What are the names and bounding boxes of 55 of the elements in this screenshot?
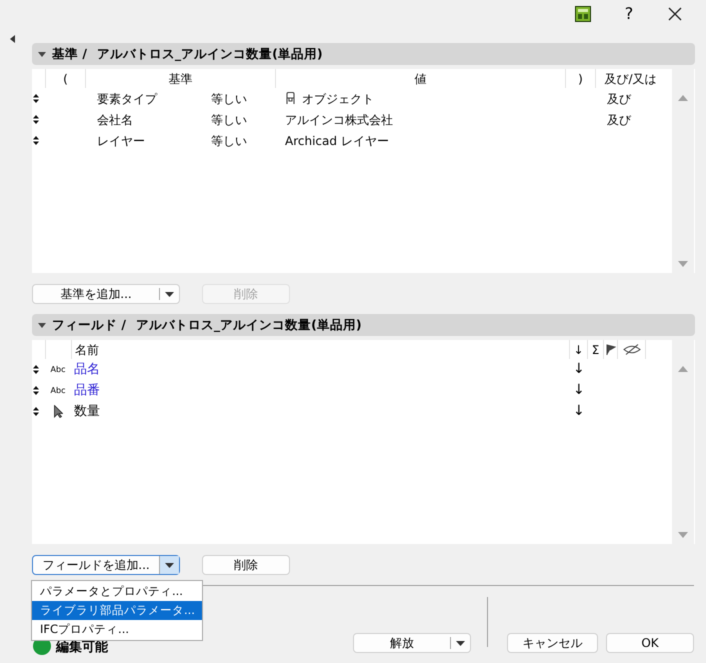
drag-handle-icon[interactable] [33, 365, 39, 374]
sort-cell-text: ↓ [572, 402, 585, 421]
type-label: Abc [50, 364, 66, 376]
section-label: フィールド / [52, 316, 126, 334]
collapse-left-icon[interactable] [10, 35, 15, 43]
ok-button[interactable]: OK [606, 633, 694, 653]
and-or-cell-text: 及び [607, 90, 631, 108]
paren-header[interactable]: ( [45, 69, 85, 88]
caret-icon [165, 292, 174, 296]
value-cell-text: オブジェクト [302, 90, 374, 108]
menu-item[interactable]: パラメータとプロパティ... [32, 582, 202, 601]
disclosure-triangle-icon[interactable] [38, 52, 46, 56]
drag-handle-icon[interactable] [33, 407, 39, 416]
operator-cell-text: 等しい [211, 112, 248, 128]
help-button[interactable]: ? [606, 0, 652, 28]
criterion-cell-text: 要素タイプ [97, 90, 158, 108]
delete-button[interactable]: 削除 [202, 555, 290, 575]
operator-cell-text: 等しい [211, 132, 248, 150]
dropdown-button[interactable] [159, 556, 179, 574]
cancel-button[interactable]: キャンセル [507, 633, 598, 653]
field-name: 数量 [73, 402, 101, 421]
section-title: アルバトロス_アルインコ数量(単品用) [136, 316, 362, 334]
sort-header[interactable]: ↓ [569, 340, 587, 359]
drag-handle-icon[interactable] [33, 94, 39, 103]
value-header[interactable]: 値 [275, 69, 565, 88]
name-header[interactable]: 名前 [71, 340, 569, 359]
status-label: 編集可能 [56, 640, 108, 655]
type-label: Abc [50, 384, 66, 396]
paren-header[interactable]: ) [565, 69, 595, 88]
value-cell-text: Archicad レイヤー [285, 132, 389, 150]
disclosure-triangle-icon[interactable] [38, 322, 46, 328]
sort-cell-text: ↓ [572, 360, 585, 379]
criterion-cell-text: レイヤー [97, 132, 146, 150]
drag-handle-icon[interactable] [33, 386, 39, 395]
caret-icon [456, 640, 465, 646]
menu-item[interactable]: ライブラリ部品パラメータ... [32, 601, 202, 620]
close-icon[interactable] [668, 7, 682, 21]
flag-icon[interactable] [606, 344, 616, 355]
section-label: 基準 / [52, 44, 87, 63]
field-name: 品名 [73, 360, 101, 379]
caret-icon [165, 562, 174, 568]
criterion-cell-text: 会社名 [97, 112, 134, 128]
value-cell-text: アルインコ株式会社 [285, 112, 393, 128]
and-or-header[interactable]: 及び/又は [595, 69, 665, 88]
sort-cell-text: ↓ [572, 381, 585, 400]
section-title: アルバトロス_アルインコ数量(単品用) [96, 44, 323, 63]
operator-cell-text: 等しい [211, 90, 248, 108]
field-name: 品番 [73, 382, 101, 400]
drag-handle-icon[interactable] [33, 115, 39, 124]
and-or-cell-text: 及び [607, 112, 631, 128]
hidden-eye-icon[interactable] [622, 344, 640, 355]
menu-item[interactable]: IFCプロパティ... [32, 620, 202, 639]
criterion-header[interactable]: 基準 [85, 69, 275, 88]
drag-handle-icon[interactable] [33, 136, 39, 145]
sum-header[interactable]: Σ [587, 340, 603, 359]
